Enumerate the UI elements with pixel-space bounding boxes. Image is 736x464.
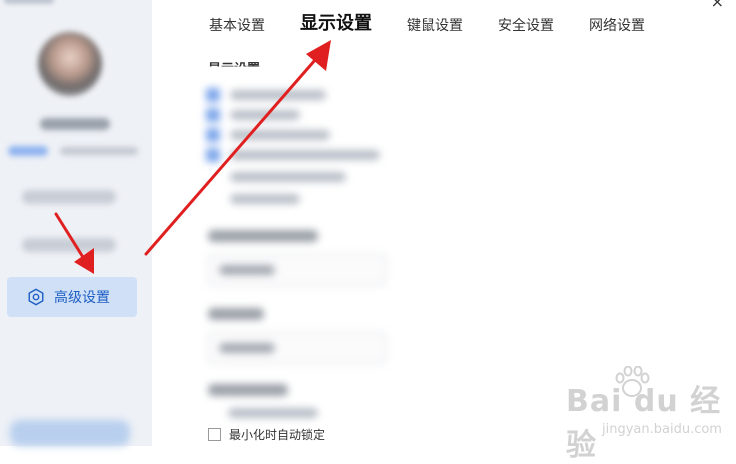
watermark-url: jingyan.baidu.com <box>602 422 722 437</box>
tab-keyboard-mouse-settings[interactable]: 键鼠设置 <box>407 14 463 38</box>
select-blurred-2[interactable] <box>208 332 386 364</box>
watermark-brand: Bai du 经验 <box>566 384 722 463</box>
tab-display-settings[interactable]: 显示设置 <box>300 12 372 36</box>
account-info-blurred <box>60 147 138 155</box>
sidebar-footer-blurred <box>10 420 130 446</box>
avatar[interactable] <box>38 32 102 96</box>
close-icon[interactable]: × <box>711 0 724 11</box>
lock-on-minimize-label: 最小化时自动锁定 <box>229 428 326 442</box>
app-title-blurred <box>4 0 54 4</box>
option-lock-on-minimize[interactable]: 最小化时自动锁定 <box>208 426 325 443</box>
lock-on-minimize-checkbox[interactable] <box>208 428 221 441</box>
settings-hexagon-icon <box>28 288 44 306</box>
sidebar: 高级设置 <box>0 0 152 446</box>
tab-security-settings[interactable]: 安全设置 <box>498 14 554 38</box>
baidu-jingyan-watermark: Bai du 经验 jingyan.baidu.com <box>566 366 732 463</box>
checkbox-blurred[interactable] <box>206 148 220 162</box>
sidebar-item-advanced-settings[interactable]: 高级设置 <box>7 277 137 317</box>
sidebar-item-blurred-1[interactable] <box>22 190 116 204</box>
sidebar-item-label: 高级设置 <box>54 290 110 306</box>
sidebar-item-blurred-2[interactable] <box>22 238 116 252</box>
tab-basic-settings[interactable]: 基本设置 <box>209 14 265 38</box>
account-badge-blurred <box>8 146 48 156</box>
checkbox-blurred[interactable] <box>206 128 220 142</box>
checkbox-blurred[interactable] <box>206 88 220 102</box>
settings-content-blurred <box>204 78 390 423</box>
checkbox-blurred[interactable] <box>206 108 220 122</box>
tab-network-settings[interactable]: 网络设置 <box>589 14 645 38</box>
select-blurred-1[interactable] <box>208 254 386 286</box>
username-blurred <box>40 118 110 130</box>
section-title: 显示设置 <box>208 62 261 77</box>
